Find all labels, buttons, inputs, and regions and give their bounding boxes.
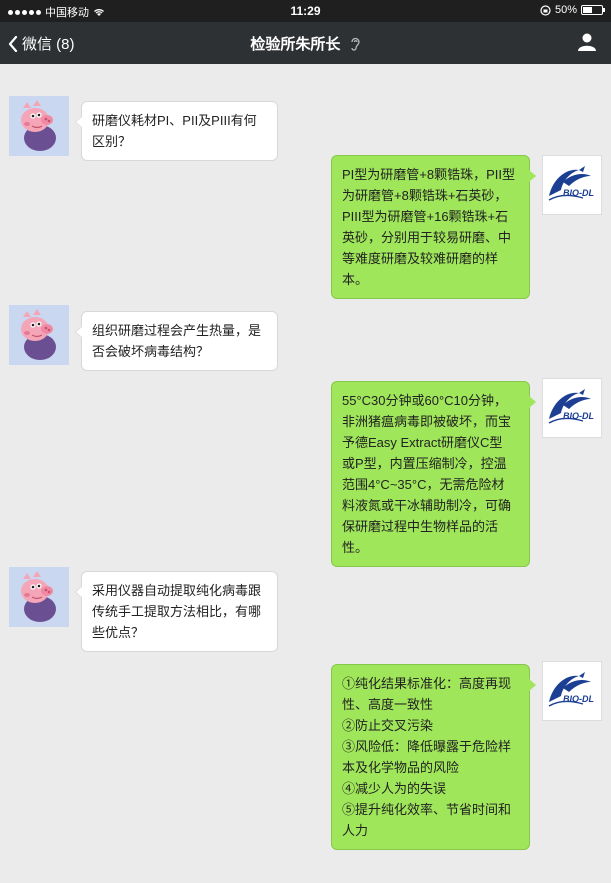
logo-text: BIO-DL: [563, 411, 594, 421]
status-time: 11:29: [290, 4, 321, 18]
nav-bar: 微信 (8) 检验所朱所长: [0, 22, 611, 64]
pig-avatar[interactable]: [9, 567, 69, 627]
battery-icon: [581, 5, 605, 15]
bio-dl-logo[interactable]: BIO-DL: [542, 155, 602, 215]
logo-text: BIO-DL: [563, 694, 594, 704]
status-right: 50%: [540, 4, 605, 16]
chat-title: 检验所朱所长: [0, 33, 611, 54]
message-bubble-received[interactable]: 采用仪器自动提取纯化病毒跟 传统手工提取方法相比，有哪 些优点？: [75, 571, 278, 652]
message-bubble-sent[interactable]: PI型为研磨管+8颗锆珠，PII型 为研磨管+8颗锆珠+石英砂， PIII型为研…: [331, 155, 536, 299]
ear-mute-icon: [350, 37, 360, 51]
user-icon-button[interactable]: [577, 32, 597, 56]
bio-dl-logo[interactable]: BIO-DL: [542, 378, 602, 438]
logo-text: BIO-DL: [563, 188, 594, 198]
message-bubble-sent[interactable]: ①纯化结果标准化：高度再现 性、高度一致性 ②防止交叉污染 ③风险低：降低曝露于…: [331, 664, 536, 850]
message-bubble-received[interactable]: 研磨仪耗材PI、PII及PIII有何 区别？: [75, 101, 278, 161]
pig-avatar[interactable]: [9, 305, 69, 365]
lock-rotation-icon: [540, 4, 551, 16]
battery-percent: 50%: [554, 4, 577, 16]
bio-dl-logo[interactable]: BIO-DL: [542, 661, 602, 721]
pig-avatar[interactable]: [9, 96, 69, 156]
status-bar: 中国移动 11:29 50%: [0, 0, 611, 22]
message-bubble-received[interactable]: 组织研磨过程会产生热量，是 否会破坏病毒结构？: [75, 311, 278, 371]
message-bubble-sent[interactable]: 55°C30分钟或60°C10分钟， 非洲猪瘟病毒即被破坏，而宝 予德Easy …: [331, 381, 536, 567]
chat-title-text: 检验所朱所长: [250, 36, 341, 53]
user-icon: [578, 33, 596, 51]
